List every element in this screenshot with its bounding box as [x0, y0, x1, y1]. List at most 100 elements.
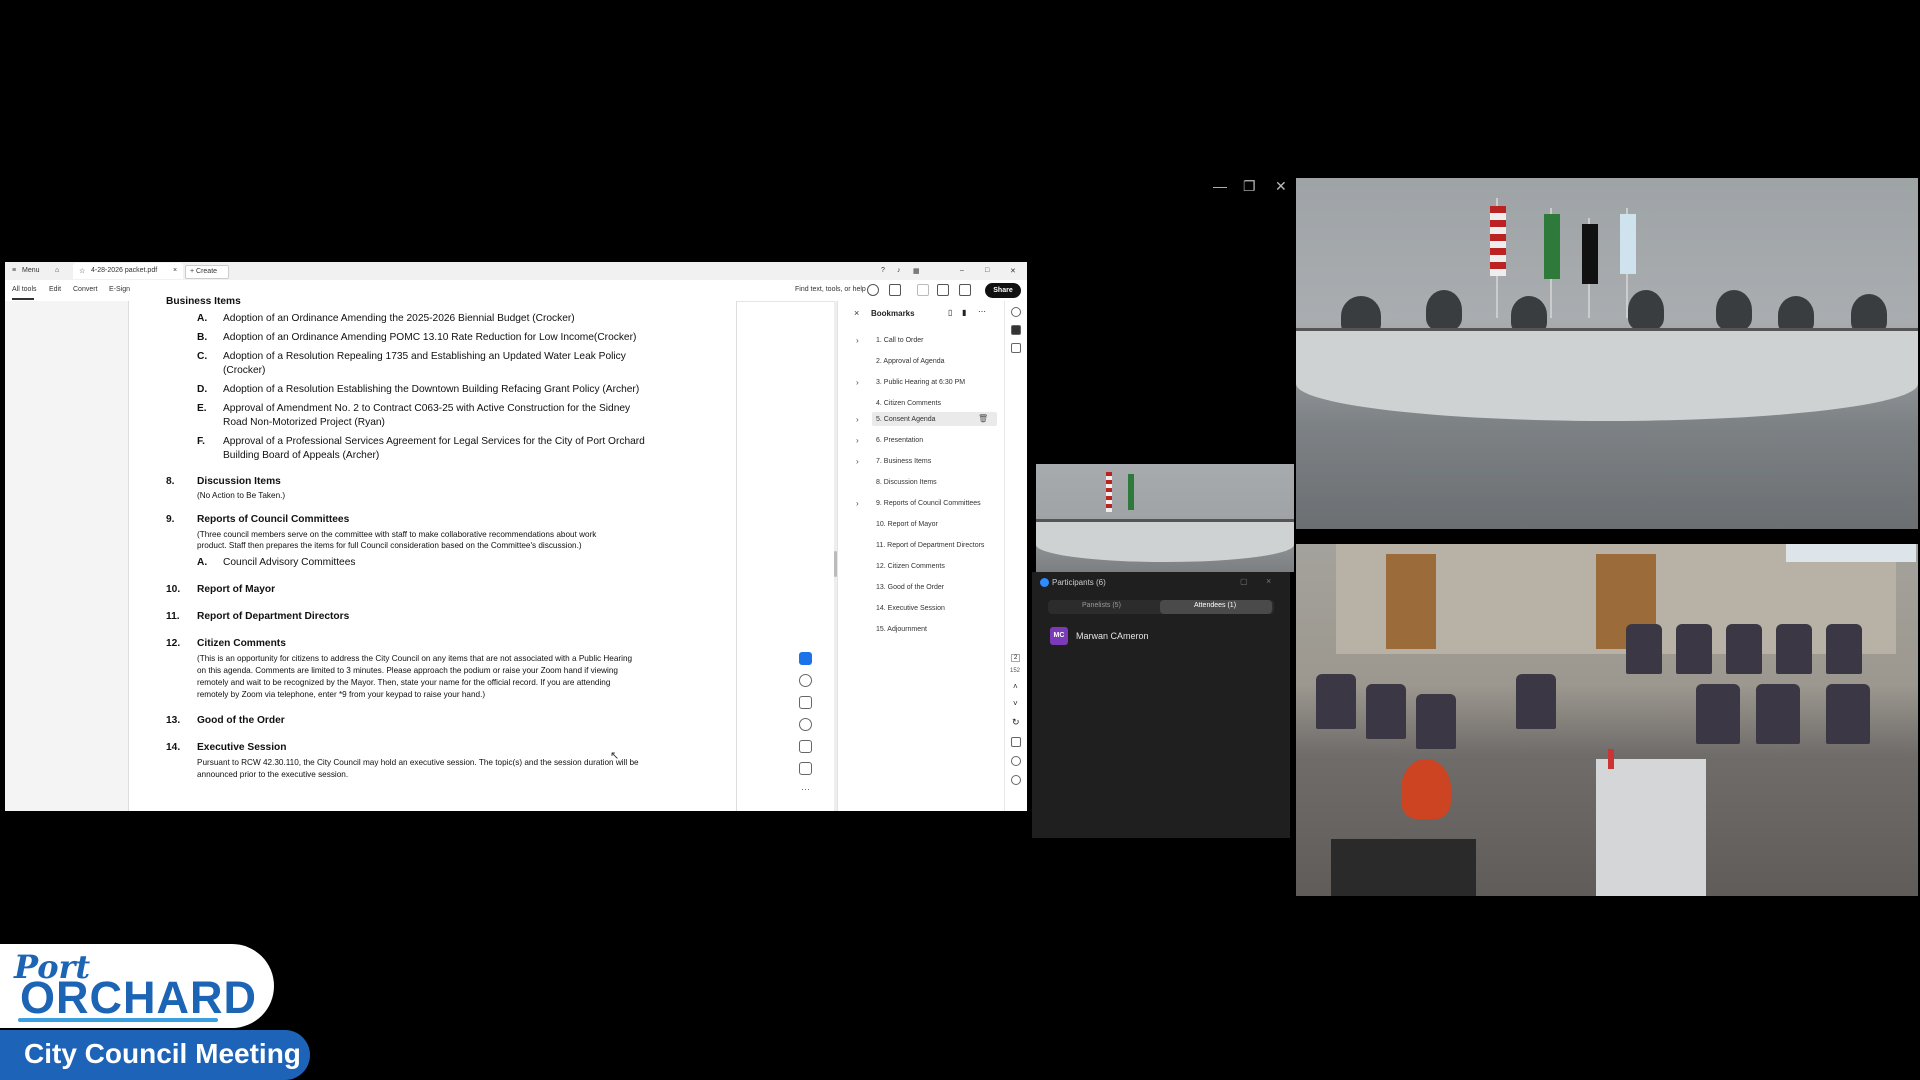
- pages-icon[interactable]: [1011, 343, 1021, 353]
- agenda-item-cont: (Crocker): [223, 365, 266, 376]
- comment-icon[interactable]: [1011, 307, 1021, 317]
- tab-close-icon[interactable]: ×: [173, 267, 177, 274]
- agenda-item-cont: Building Board of Appeals (Archer): [223, 450, 380, 461]
- window-close-icon[interactable]: ✕: [1010, 267, 1016, 275]
- menu-button[interactable]: Menu: [22, 267, 40, 274]
- bookmark-item[interactable]: 12. Citizen Comments: [876, 563, 945, 570]
- popout-icon[interactable]: ▢: [1240, 577, 1248, 586]
- bookmark-item[interactable]: 3. Public Hearing at 6:30 PM: [876, 379, 965, 386]
- meeting-title: City Council Meeting: [24, 1038, 301, 1069]
- tab-all-tools[interactable]: All tools: [12, 286, 37, 293]
- chair: [1626, 624, 1662, 674]
- video-council-chamber-gallery[interactable]: [1296, 544, 1918, 896]
- bookmark-item[interactable]: 11. Report of Department Directors: [876, 542, 984, 549]
- chevron-right-icon[interactable]: ›: [856, 457, 859, 466]
- search-field[interactable]: Find text, tools, or help: [795, 286, 866, 293]
- bookmark-add-icon[interactable]: ▯: [948, 308, 952, 317]
- pdf-viewer-window: ≡ Menu ⌂ ☆ 4-28-2026 packet.pdf × + Crea…: [5, 262, 1027, 811]
- zoom-in-icon[interactable]: [1011, 756, 1021, 766]
- text-tool-icon[interactable]: [799, 740, 812, 753]
- agenda-item-cont: Road Non-Motorized Project (Ryan): [223, 417, 385, 428]
- window-minimize-icon[interactable]: –: [960, 267, 964, 274]
- bookmark-item[interactable]: 14. Executive Session: [876, 605, 945, 612]
- section-heading: Discussion Items: [197, 476, 281, 487]
- section-note: remotely by Zoom via telephone, enter *9…: [197, 690, 486, 699]
- home-icon[interactable]: ⌂: [55, 267, 59, 274]
- chair: [1416, 694, 1456, 749]
- lasso-tool-icon[interactable]: [799, 718, 812, 731]
- participants-tabs: Panelists (5) Attendees (1): [1048, 600, 1274, 614]
- bookmark-item[interactable]: 8. Discussion Items: [876, 479, 937, 486]
- section-note: on this agenda. Comments are limited to …: [197, 666, 618, 675]
- chevron-down-icon[interactable]: ˅: [1013, 699, 1018, 708]
- bell-icon[interactable]: ♪: [897, 267, 901, 274]
- chevron-up-icon[interactable]: ˄: [1013, 682, 1018, 691]
- close-icon[interactable]: ✕: [1275, 178, 1287, 195]
- bookmark-item[interactable]: 2. Approval of Agenda: [876, 358, 945, 365]
- star-icon[interactable]: ☆: [79, 267, 85, 275]
- attendee-name[interactable]: Marwan CAmeron: [1076, 631, 1149, 641]
- bookmark-item-selected[interactable]: 5. Consent Agenda: [876, 416, 936, 423]
- hamburger-icon[interactable]: ≡: [12, 267, 16, 274]
- chevron-right-icon[interactable]: ›: [856, 336, 859, 345]
- bookmark-edit-icon[interactable]: ▮: [962, 308, 966, 317]
- item-letter: C.: [197, 351, 208, 362]
- bookmark-item[interactable]: 7. Business Items: [876, 458, 931, 465]
- print-icon[interactable]: [959, 284, 971, 296]
- panel-close-icon[interactable]: ×: [1266, 576, 1271, 586]
- trash-icon[interactable]: 🗑: [978, 414, 988, 423]
- create-button[interactable]: + Create: [185, 265, 229, 279]
- us-flag-icon: [1490, 206, 1506, 276]
- share-button[interactable]: Share: [985, 283, 1021, 298]
- bookmark-item[interactable]: 1. Call to Order: [876, 337, 923, 344]
- tab-panelists[interactable]: Panelists (5): [1082, 602, 1121, 609]
- window-maximize-icon[interactable]: □: [985, 267, 989, 274]
- tab-edit[interactable]: Edit: [49, 286, 61, 293]
- zoom-out-icon[interactable]: [1011, 775, 1021, 785]
- chevron-right-icon[interactable]: ›: [856, 436, 859, 445]
- bookmark-item[interactable]: 15. Adjournment: [876, 626, 927, 633]
- rotate-icon[interactable]: ↻: [1012, 717, 1020, 728]
- headphones-icon[interactable]: [889, 284, 901, 296]
- panel-close-icon[interactable]: ×: [854, 308, 859, 318]
- upload-icon[interactable]: [937, 284, 949, 296]
- help-icon[interactable]: ?: [881, 267, 885, 274]
- search-icon[interactable]: [867, 284, 879, 296]
- logo-swoosh: [18, 1018, 218, 1022]
- video-thumbnail-dais[interactable]: [1036, 464, 1294, 572]
- zoom-tool-icon[interactable]: [799, 674, 812, 687]
- stamp-tool-icon[interactable]: [799, 762, 812, 775]
- fit-page-icon[interactable]: [1011, 737, 1021, 747]
- chevron-right-icon[interactable]: ›: [856, 415, 859, 424]
- section-number: 10.: [166, 584, 181, 595]
- mail-icon[interactable]: [917, 284, 929, 296]
- minimize-icon[interactable]: —: [1213, 178, 1227, 194]
- panel-more-icon[interactable]: ⋯: [978, 307, 986, 316]
- apps-icon[interactable]: ▦: [913, 267, 920, 275]
- tab-convert[interactable]: Convert: [73, 286, 98, 293]
- document-area[interactable]: Business Items A. Adoption of an Ordinan…: [5, 296, 737, 811]
- chevron-right-icon[interactable]: ›: [856, 378, 859, 387]
- video-council-dais[interactable]: [1296, 178, 1918, 529]
- bookmark-item[interactable]: 9. Reports of Council Committees: [876, 500, 981, 507]
- bookmark-item[interactable]: 4. Citizen Comments: [876, 400, 941, 407]
- bookmark-item[interactable]: 13. Good of the Order: [876, 584, 944, 591]
- staff-member: [1401, 759, 1451, 819]
- section-note: announced prior to the executive session…: [197, 770, 349, 779]
- pen-tool-icon[interactable]: [799, 696, 812, 709]
- chevron-right-icon[interactable]: ›: [856, 499, 859, 508]
- tab-attendees[interactable]: Attendees (1): [1194, 602, 1236, 609]
- select-tool-icon[interactable]: [799, 652, 812, 665]
- restore-icon[interactable]: ❐: [1243, 178, 1256, 195]
- section-number: 11.: [166, 611, 180, 622]
- file-tab[interactable]: ☆ 4-28-2026 packet.pdf ×: [73, 263, 183, 279]
- current-page-field[interactable]: 2: [1011, 654, 1021, 662]
- chair: [1366, 684, 1406, 739]
- more-tools-icon[interactable]: ⋯: [801, 784, 810, 795]
- tab-esign[interactable]: E-Sign: [109, 286, 130, 293]
- agenda-item: Adoption of an Ordinance Amending the 20…: [223, 313, 575, 324]
- bookmarks-panel-icon[interactable]: [1011, 325, 1021, 335]
- bookmark-item[interactable]: 6. Presentation: [876, 437, 923, 444]
- city-logo: Port ORCHARD: [0, 944, 274, 1028]
- bookmark-item[interactable]: 10. Report of Mayor: [876, 521, 938, 528]
